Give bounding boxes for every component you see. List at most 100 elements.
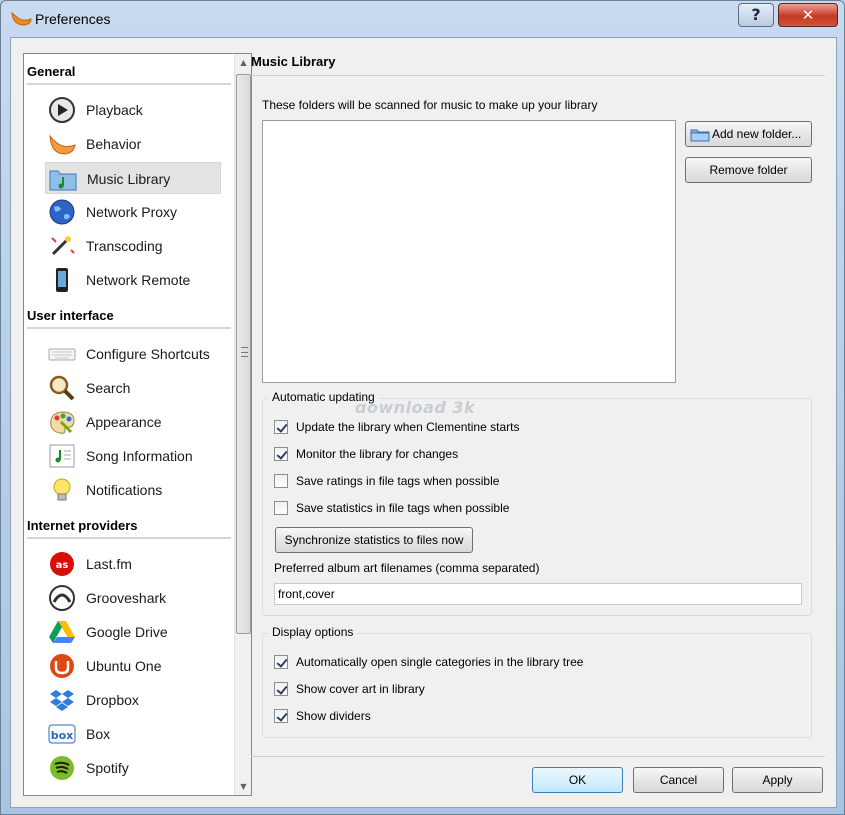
sidebar-item-label: Appearance [86, 414, 162, 430]
box-icon: box [47, 720, 77, 748]
phone-icon [47, 266, 77, 294]
scroll-up-arrow-icon[interactable]: ▲ [235, 54, 251, 71]
add-new-folder-label: Add new folder... [712, 127, 802, 141]
sidebar-item-2-6[interactable]: Spotify [45, 752, 221, 784]
sidebar-item-label: Grooveshark [86, 590, 167, 606]
grip-icon [241, 347, 248, 357]
checkbox[interactable] [274, 474, 288, 488]
clementine-app-icon [11, 11, 32, 26]
sidebar-item-label: Configure Shortcuts [86, 346, 210, 362]
folder-icon [690, 129, 710, 142]
sidebar-item-0-1[interactable]: Behavior [45, 128, 221, 160]
window-title: Preferences [35, 11, 111, 27]
checkbox[interactable] [274, 420, 288, 434]
sidebar-item-label: Dropbox [86, 692, 139, 708]
checkbox[interactable] [274, 655, 288, 669]
sidebar-item-2-4[interactable]: Dropbox [45, 684, 221, 716]
close-button[interactable]: ✕ [778, 3, 838, 27]
sidebar-item-0-4[interactable]: Transcoding [45, 230, 221, 262]
sidebar-item-1-2[interactable]: Appearance [45, 406, 221, 438]
lastfm-icon: as [47, 550, 77, 578]
checkbox-label: Save statistics in file tags when possib… [296, 501, 510, 515]
sidebar-item-0-0[interactable]: Playback [45, 94, 221, 126]
sidebar-item-label: Spotify [86, 760, 129, 776]
sidebar-item-2-1[interactable]: Grooveshark [45, 582, 221, 614]
keyboard-icon [47, 340, 77, 368]
lightbulb-icon [47, 476, 77, 504]
apply-button[interactable]: Apply [732, 767, 823, 793]
checkbox-label: Show cover art in library [296, 682, 425, 696]
automatic-updating-title: Automatic updating [268, 390, 379, 404]
sidebar-item-0-3[interactable]: Network Proxy [45, 196, 221, 228]
checkbox-label: Show dividers [296, 709, 371, 723]
category-sidebar[interactable]: General Playback Behavior Music Library Netw… [23, 53, 252, 796]
magic-wand-icon [47, 232, 77, 260]
scroll-down-arrow-icon[interactable]: ▼ [235, 778, 251, 795]
play-icon [47, 96, 77, 124]
globe-icon [47, 198, 77, 226]
sidebar-item-label: Network Proxy [86, 204, 178, 220]
svg-text:as: as [56, 560, 69, 571]
preferences-window: Preferences ? ✕ General Playback Behavior M… [0, 0, 845, 815]
sidebar-item-label: Search [86, 380, 131, 396]
title-divider [251, 75, 825, 76]
checkbox[interactable] [274, 682, 288, 696]
checkbox[interactable] [274, 447, 288, 461]
clementine-icon [47, 130, 77, 158]
add-new-folder-button[interactable]: Add new folder... [685, 121, 812, 147]
sidebar-item-1-1[interactable]: Search [45, 372, 221, 404]
sidebar-item-2-0[interactable]: as Last.fm [45, 548, 221, 580]
sidebar-category-0: General [27, 64, 231, 85]
sidebar-item-2-3[interactable]: Ubuntu One [45, 650, 221, 682]
synchronize-statistics-button[interactable]: Synchronize statistics to files now [275, 527, 473, 553]
checkbox-label: Update the library when Clementine start… [296, 420, 520, 434]
footer-divider [251, 756, 825, 757]
sidebar-item-0-5[interactable]: Network Remote [45, 264, 221, 296]
remove-folder-button[interactable]: Remove folder [685, 157, 812, 183]
folders-intro-text: These folders will be scanned for music … [262, 98, 598, 112]
sidebar-item-1-0[interactable]: Configure Shortcuts [45, 338, 221, 370]
cancel-button[interactable]: Cancel [633, 767, 724, 793]
sidebar-item-2-5[interactable]: box Box [45, 718, 221, 750]
google-drive-icon [47, 618, 77, 646]
sidebar-item-label: Ubuntu One [86, 658, 162, 674]
help-button[interactable]: ? [738, 3, 774, 27]
song-info-icon [47, 442, 77, 470]
checkbox-label: Automatically open single categories in … [296, 655, 584, 669]
dialog-body: General Playback Behavior Music Library Netw… [10, 37, 837, 808]
magnifier-icon [47, 374, 77, 402]
page-title: Music Library [251, 54, 336, 69]
sidebar-category-2: Internet providers [27, 518, 231, 539]
spotify-icon [47, 754, 77, 782]
album-art-filenames-input[interactable] [274, 583, 802, 605]
sidebar-item-2-2[interactable]: Google Drive [45, 616, 221, 648]
library-folder-list[interactable] [262, 120, 676, 383]
sidebar-item-label: Playback [86, 102, 143, 118]
checkbox[interactable] [274, 501, 288, 515]
sidebar-item-1-3[interactable]: Song Information [45, 440, 221, 472]
sidebar-item-0-2[interactable]: Music Library [45, 162, 221, 194]
album-art-filenames-label: Preferred album art filenames (comma sep… [274, 561, 540, 575]
sidebar-item-label: Google Drive [86, 624, 168, 640]
sidebar-item-1-4[interactable]: Notifications [45, 474, 221, 506]
svg-text:box: box [51, 729, 74, 742]
ok-button[interactable]: OK [532, 767, 623, 793]
checkbox-label: Monitor the library for changes [296, 447, 459, 461]
sidebar-item-label: Notifications [86, 482, 163, 498]
dropbox-icon [47, 686, 77, 714]
checkbox[interactable] [274, 709, 288, 723]
sidebar-item-label: Behavior [86, 136, 142, 152]
checkbox-label: Save ratings in file tags when possible [296, 474, 500, 488]
music-folder-icon [48, 165, 78, 193]
sidebar-item-label: Transcoding [86, 238, 163, 254]
sidebar-item-label: Box [86, 726, 111, 742]
sidebar-scrollbar[interactable]: ▲ ▼ [234, 54, 251, 795]
sidebar-item-label: Song Information [86, 448, 193, 464]
display-options-title: Display options [268, 625, 358, 639]
palette-icon [47, 408, 77, 436]
ubuntu-one-icon [47, 652, 77, 680]
sidebar-category-1: User interface [27, 308, 231, 329]
title-bar[interactable]: Preferences ? ✕ [1, 1, 844, 37]
sidebar-item-label: Last.fm [86, 556, 132, 572]
scrollbar-thumb[interactable] [236, 74, 251, 634]
